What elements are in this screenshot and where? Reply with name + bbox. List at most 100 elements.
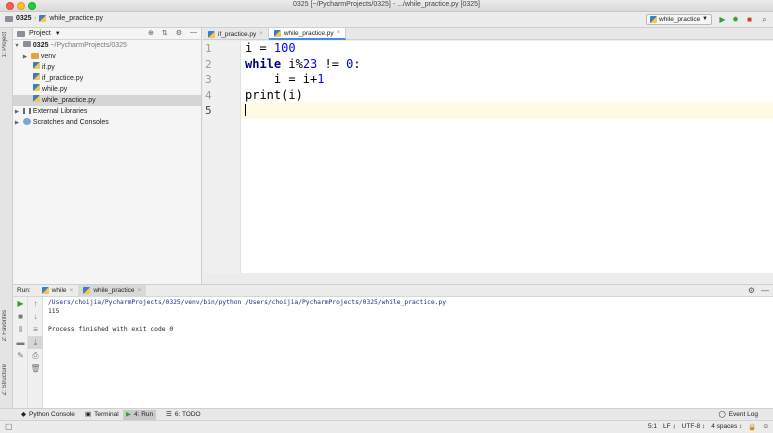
structure-tool-tab[interactable]: Z: Structure [2, 364, 8, 395]
python-console-tab[interactable]: ◆ Python Console [18, 410, 78, 420]
line-separator[interactable]: LF ↕ [663, 423, 676, 431]
scroll-down-icon[interactable]: ↓ [28, 310, 43, 323]
code-line-4[interactable]: print(i) [241, 88, 773, 104]
python-file-icon [33, 73, 40, 80]
run-tool-tab[interactable]: ▶ 4: Run [123, 410, 157, 420]
project-panel-header: Project ▼ ⊕ ⇅ ⚙ — [13, 28, 201, 40]
todo-tab[interactable]: ☰ 6: TODO [163, 410, 204, 420]
folder-icon [22, 41, 31, 47]
tree-item-while-practice[interactable]: while_practice.py [13, 95, 201, 106]
close-tab-icon[interactable]: × [259, 31, 263, 37]
python-file-icon [33, 95, 40, 102]
trash-icon[interactable]: 🗑 [28, 362, 43, 375]
terminal-tab[interactable]: ▣ Terminal [82, 410, 122, 420]
rerun-icon[interactable]: ▶ [13, 297, 28, 310]
pin-icon[interactable]: ✎ [13, 349, 28, 362]
project-view-select[interactable]: Project [29, 30, 51, 37]
python-file-icon [41, 287, 49, 294]
run-toolbar-right: ↑ ↓ ≡ ⤓ ⎙ 🗑 [28, 297, 43, 409]
run-label: Run: [17, 287, 31, 294]
tree-scratches[interactable]: ▶ Scratches and Consoles [13, 117, 201, 128]
search-icon[interactable]: ⌕ [760, 15, 769, 24]
locate-icon[interactable]: ⊕ [148, 29, 154, 37]
status-bar: ▢ 5:1 LF ↕ UTF-8 ↕ 4 spaces ↕ 🔒 ☺ [0, 420, 773, 433]
close-tab-icon[interactable]: × [70, 287, 74, 294]
run-icon[interactable]: ▶ [718, 15, 727, 24]
gear-icon[interactable]: ⚙ [176, 29, 182, 37]
run-panel-header: Run: while × while_practice × ⚙ — [13, 284, 773, 297]
tab-while-practice[interactable]: while_practice.py × [268, 28, 347, 40]
run-icon: ▶ [126, 411, 131, 418]
restore-layout-icon[interactable]: ▬ [13, 336, 28, 349]
run-configuration-select[interactable]: while_practice ▼ [646, 14, 712, 25]
run-tab-while[interactable]: while × [37, 285, 79, 297]
lock-icon[interactable]: 🔒 [748, 423, 756, 431]
tree-item-if-practice[interactable]: if_practice.py [13, 73, 201, 84]
file-encoding[interactable]: UTF-8 ↕ [682, 423, 705, 431]
breadcrumb-file[interactable]: › while_practice.py [34, 15, 103, 22]
hide-icon[interactable]: — [190, 29, 197, 37]
text-caret [245, 104, 246, 116]
pause-icon[interactable]: ‖ [13, 323, 28, 336]
python-file-icon [208, 30, 215, 38]
collapse-arrow-icon: ▶ [14, 120, 20, 126]
code-line-1[interactable]: i = 100 [241, 41, 773, 57]
project-tool-tab[interactable]: 1: Project [2, 32, 8, 57]
scratches-icon [22, 118, 31, 125]
tree-item-if[interactable]: if.py [13, 62, 201, 73]
inspector-icon[interactable]: ☺ [762, 423, 769, 431]
soft-wrap-icon[interactable]: ≡ [28, 323, 43, 336]
event-log-tab[interactable]: ◯ Event Log [715, 410, 761, 420]
python-console-icon: ◆ [21, 411, 26, 418]
tab-if-practice[interactable]: if_practice.py × [203, 28, 269, 40]
code-line-2[interactable]: while i%23 != 0: [241, 57, 773, 73]
chevron-right-icon: › [34, 15, 37, 22]
indent-setting[interactable]: 4 spaces ↕ [711, 423, 742, 431]
stop-icon[interactable]: ■ [13, 310, 28, 323]
collapse-all-icon[interactable]: ⇅ [162, 29, 168, 37]
code-editor[interactable]: i = 100 while i%23 != 0: i = i+1 print(i… [241, 41, 773, 273]
console-line: /Users/choijia/PycharmProjects/0325/venv… [48, 299, 447, 306]
navigation-bar: 0325 › while_practice.py while_practice … [0, 12, 773, 28]
console-output[interactable]: /Users/choijia/PycharmProjects/0325/venv… [48, 297, 773, 408]
tree-item-while[interactable]: while.py [13, 84, 201, 95]
terminal-icon: ▣ [85, 411, 92, 418]
print-icon[interactable]: ⎙ [28, 349, 43, 362]
scroll-to-end-icon[interactable]: ⤓ [28, 336, 43, 349]
python-file-icon [273, 29, 281, 37]
scroll-up-icon[interactable]: ↑ [28, 297, 43, 310]
run-tab-while-practice[interactable]: while_practice × [78, 284, 147, 297]
tree-item-venv[interactable]: ▶ venv [13, 51, 201, 62]
debug-icon[interactable]: ✹ [731, 15, 740, 24]
stop-icon[interactable]: ■ [745, 15, 754, 24]
bottom-tool-bar: ◆ Python Console ▣ Terminal ▶ 4: Run ☰ 6… [0, 408, 773, 420]
python-file-icon [650, 16, 657, 23]
favorites-tool-tab[interactable]: 2: Favorites [2, 310, 8, 341]
python-file-icon [39, 15, 47, 22]
event-log-icon: ◯ [718, 411, 726, 418]
line-number: 3 [205, 73, 212, 86]
project-view-icon [17, 30, 25, 37]
title-bar: 0325 [~/PycharmProjects/0325] - .../whil… [0, 0, 773, 12]
todo-icon: ☰ [166, 411, 172, 418]
breadcrumb-project[interactable]: 0325 [5, 15, 32, 22]
python-file-icon [33, 84, 40, 91]
run-panel: Run: while × while_practice × ⚙ — ▶ ■ ‖ … [13, 284, 773, 409]
folder-icon [30, 53, 39, 59]
hide-icon[interactable]: — [761, 286, 769, 295]
run-toolbar-left: ▶ ■ ‖ ▬ ✎ [13, 297, 28, 409]
close-tab-icon[interactable]: × [138, 287, 142, 294]
line-number: 4 [205, 88, 212, 102]
libraries-icon [22, 108, 31, 114]
python-file-icon [33, 62, 40, 69]
code-line-3[interactable]: i = i+1 [241, 72, 773, 88]
caret-position[interactable]: 5:1 [648, 423, 657, 431]
code-line-5[interactable] [241, 103, 773, 119]
gear-icon[interactable]: ⚙ [748, 286, 755, 295]
tree-external-libraries[interactable]: ▶ External Libraries [13, 106, 201, 117]
tree-root[interactable]: ▼ 0325 ~/PycharmProjects/0325 [13, 40, 201, 51]
console-line: Process finished with exit code 0 [48, 326, 174, 333]
tool-windows-icon[interactable]: ▢ [5, 422, 13, 431]
close-tab-icon[interactable]: × [337, 30, 341, 36]
